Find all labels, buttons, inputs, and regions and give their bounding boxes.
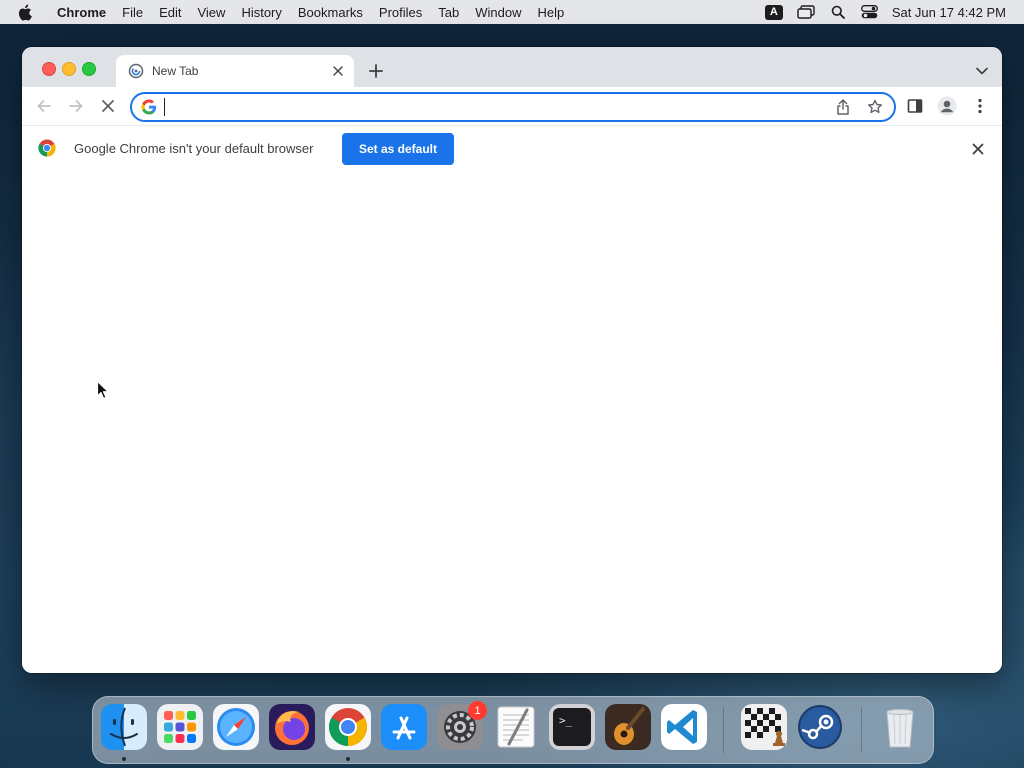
dock-separator <box>723 707 724 753</box>
infobar-close-icon[interactable] <box>970 141 986 157</box>
google-g-icon <box>141 99 157 115</box>
menu-tab[interactable]: Tab <box>430 5 467 20</box>
window-minimize-button[interactable] <box>62 62 76 76</box>
menu-view[interactable]: View <box>189 5 233 20</box>
control-center-icon[interactable] <box>860 4 880 20</box>
stop-loading-x-icon[interactable] <box>98 96 118 116</box>
menu-history[interactable]: History <box>233 5 289 20</box>
menu-edit[interactable]: Edit <box>151 5 189 20</box>
firefox-icon[interactable] <box>269 704 315 750</box>
tab-search-chevron-down-icon[interactable] <box>974 63 990 79</box>
menu-file[interactable]: File <box>114 5 151 20</box>
menu-bookmarks[interactable]: Bookmarks <box>290 5 371 20</box>
set-as-default-button[interactable]: Set as default <box>342 133 454 165</box>
chrome-icon[interactable] <box>325 704 371 750</box>
bookmark-star-icon[interactable] <box>866 98 884 116</box>
vscode-icon[interactable] <box>661 704 707 750</box>
page-content-area[interactable] <box>22 172 1002 673</box>
textedit-icon[interactable] <box>493 704 539 750</box>
menu-bar-clock[interactable]: Sat Jun 17 4:42 PM <box>892 5 1006 20</box>
trash-icon[interactable] <box>877 704 923 750</box>
share-icon[interactable] <box>834 98 852 116</box>
terminal-prompt-glyph: >_ <box>559 714 573 727</box>
back-arrow-icon[interactable] <box>34 96 54 116</box>
dock: >_ <box>92 696 934 764</box>
menu-window[interactable]: Window <box>467 5 529 20</box>
app-store-icon[interactable] <box>381 704 427 750</box>
window-zoom-button[interactable] <box>82 62 96 76</box>
text-caret <box>164 98 165 116</box>
chrome-logo-icon <box>38 139 56 157</box>
infobar-message: Google Chrome isn't your default browser <box>74 141 314 156</box>
profile-avatar-icon[interactable] <box>937 96 957 116</box>
more-menu-icon[interactable] <box>970 96 990 116</box>
chess-icon[interactable] <box>741 704 787 750</box>
address-bar-input[interactable] <box>165 96 809 118</box>
side-panel-icon[interactable] <box>905 96 925 116</box>
finder-icon[interactable] <box>101 704 147 750</box>
dock-separator <box>861 707 862 753</box>
input-source-icon[interactable]: A <box>764 4 784 20</box>
tab-title: New Tab <box>152 64 199 78</box>
tab-new-tab[interactable]: New Tab <box>116 55 354 87</box>
default-browser-infobar: Google Chrome isn't your default browser… <box>22 125 1002 173</box>
loading-spinner-icon <box>128 63 144 79</box>
new-tab-plus-icon[interactable] <box>366 61 386 81</box>
address-bar[interactable] <box>130 92 896 122</box>
tab-strip: New Tab <box>22 47 1002 87</box>
screen-mirroring-icon[interactable] <box>796 4 816 20</box>
finder-running-indicator <box>122 757 126 761</box>
chrome-running-indicator <box>346 757 350 761</box>
menu-profiles[interactable]: Profiles <box>371 5 430 20</box>
menu-help[interactable]: Help <box>530 5 573 20</box>
menu-app-name[interactable]: Chrome <box>49 5 114 20</box>
safari-icon[interactable] <box>213 704 259 750</box>
garageband-icon[interactable] <box>605 704 651 750</box>
steam-icon[interactable] <box>797 704 843 750</box>
forward-arrow-icon[interactable] <box>66 96 86 116</box>
menu-bar: Chrome File Edit View History Bookmarks … <box>0 0 1024 24</box>
launchpad-icon[interactable] <box>157 704 203 750</box>
browser-toolbar <box>22 87 1002 125</box>
chrome-window: New Tab Google Chrome isn't your default… <box>22 47 1002 673</box>
apple-menu-icon[interactable] <box>17 3 35 21</box>
window-close-button[interactable] <box>42 62 56 76</box>
system-preferences-notification-badge: 1 <box>468 701 487 720</box>
spotlight-search-icon[interactable] <box>828 4 848 20</box>
mouse-pointer-icon <box>96 380 109 400</box>
terminal-icon[interactable]: >_ <box>549 704 595 750</box>
tab-close-icon[interactable] <box>330 63 346 79</box>
